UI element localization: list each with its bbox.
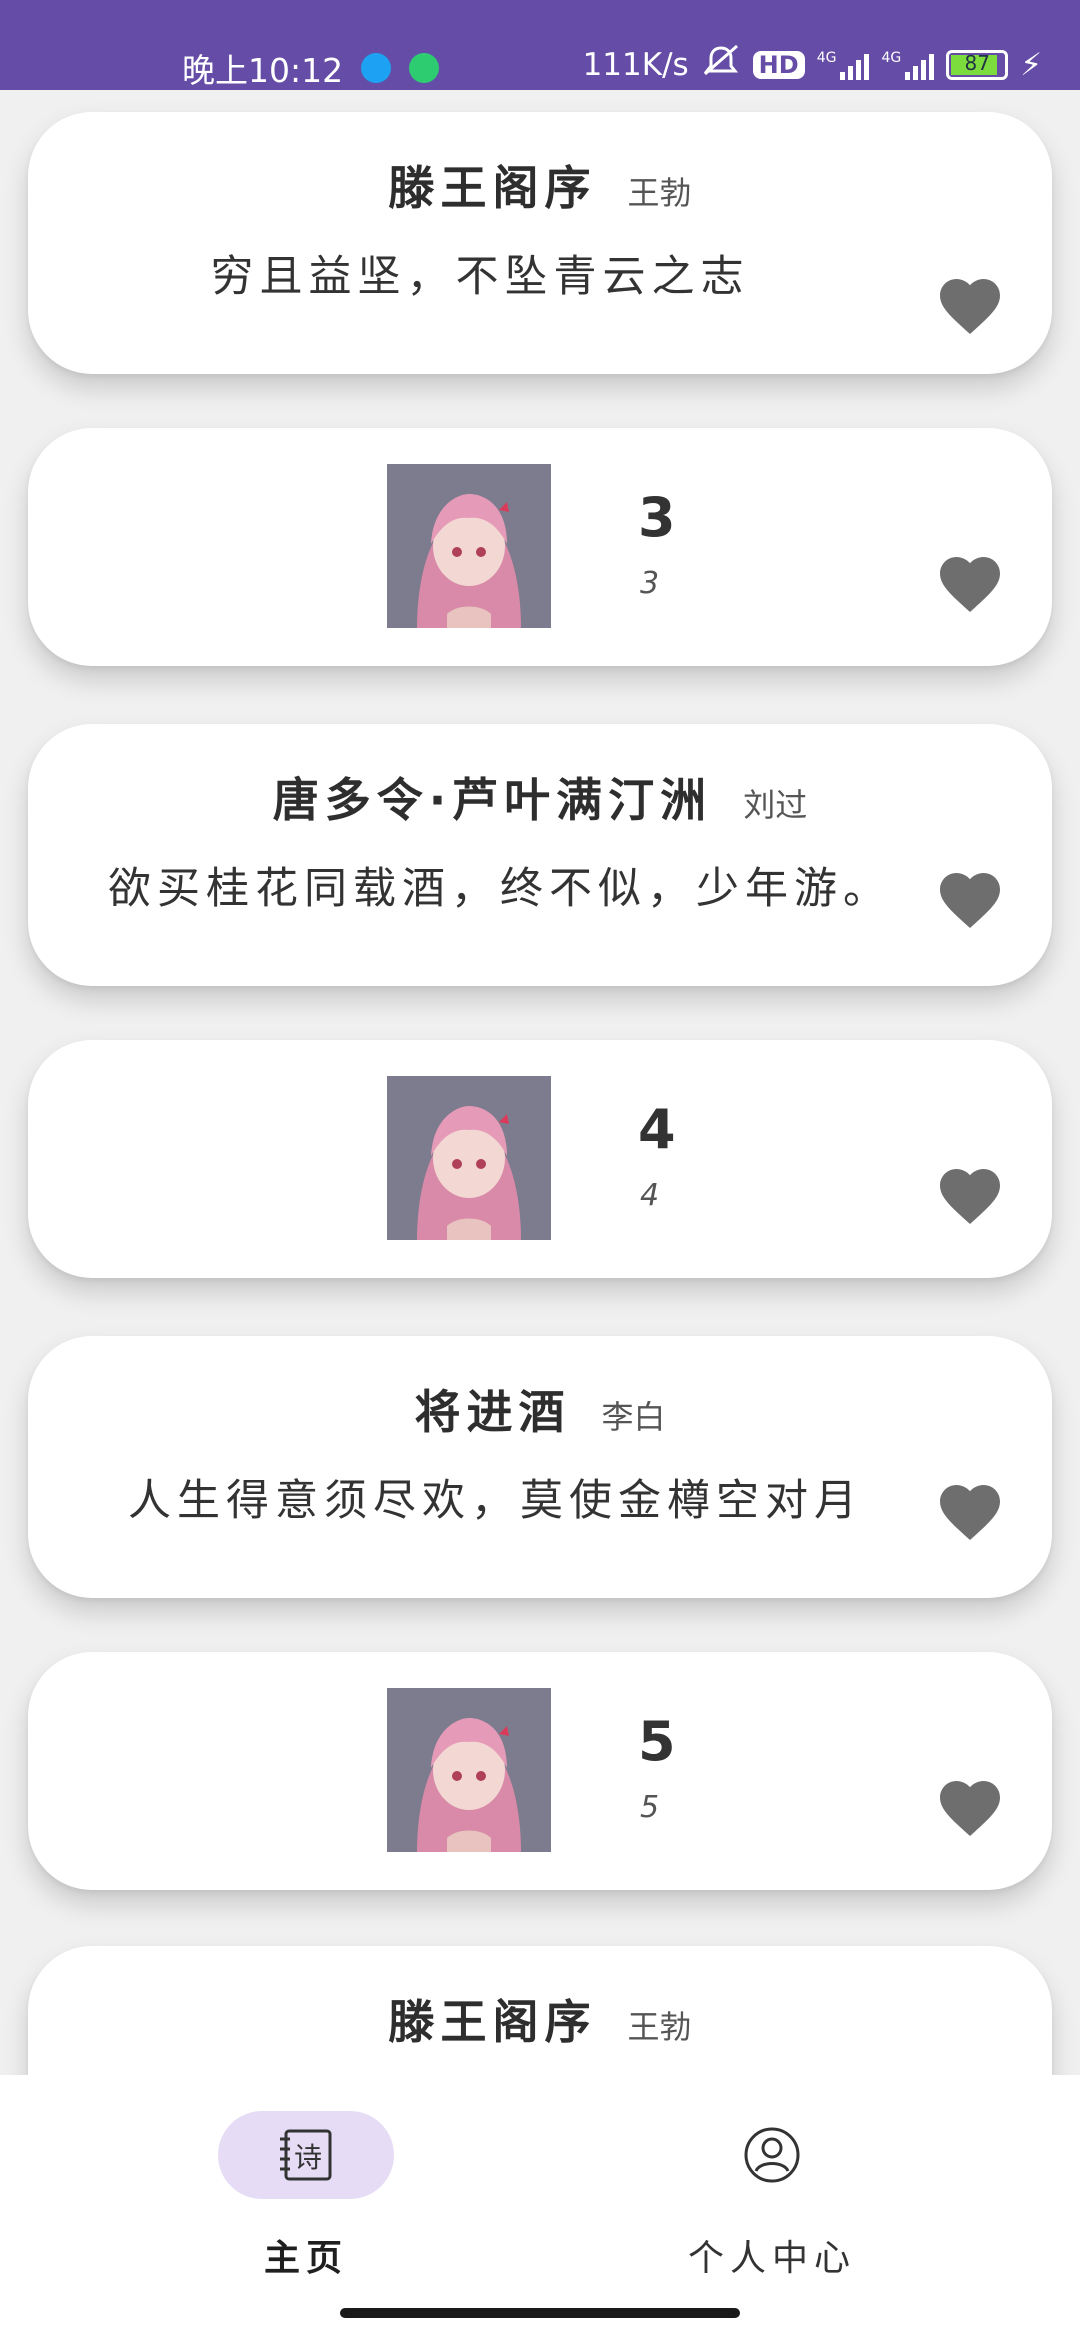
nav-profile-label: 个人中心: [687, 2238, 856, 2279]
anime-avatar-image: [387, 464, 551, 628]
poem-feed[interactable]: 滕王阁序 王勃 穷且益坚，不坠青云之志 3 3 唐多令·芦叶满汀洲 刘过 欲买桂…: [0, 90, 1080, 2075]
signal-label-2: 4G: [881, 50, 902, 66]
poem-card[interactable]: 唐多令·芦叶满汀洲 刘过 欲买桂花同载酒，终不似，少年游。: [28, 724, 1052, 986]
poem-title: 滕王阁序: [388, 161, 597, 215]
status-time: 晚上10:12: [182, 51, 344, 90]
status-right: 111K/s HD 4G 4G 87 ⚡: [583, 44, 1042, 86]
card-number: 5: [638, 1710, 676, 1773]
video-app-icon: [361, 53, 392, 83]
poem-title-row: 滕王阁序 王勃: [28, 1986, 1052, 2052]
bottom-navigation: 诗 主页 个人中心: [0, 2075, 1080, 2340]
poem-book-icon: 诗: [280, 2129, 332, 2181]
heart-icon[interactable]: [934, 1476, 1006, 1542]
nav-home-label: 主页: [263, 2238, 348, 2279]
card-caption: 4: [640, 1178, 660, 1213]
heart-icon[interactable]: [934, 548, 1006, 614]
poem-card[interactable]: 滕王阁序 王勃 穷且益坚，不坠青云之志: [28, 112, 1052, 374]
poem-card[interactable]: 滕王阁序 王勃: [28, 1946, 1052, 2075]
poem-title: 将进酒: [414, 1385, 571, 1439]
network-speed: 111K/s: [582, 47, 689, 83]
anime-avatar-image: [387, 1076, 551, 1240]
poem-title: 唐多令·芦叶满汀洲: [272, 773, 713, 827]
heart-icon[interactable]: [934, 864, 1006, 930]
image-card[interactable]: 3 3: [28, 428, 1052, 666]
poem-line: 穷且益坚，不坠青云之志: [210, 252, 750, 302]
card-caption: 3: [640, 566, 660, 601]
home-indicator[interactable]: [340, 2308, 740, 2318]
heart-icon[interactable]: [934, 1772, 1006, 1838]
poem-title-row: 滕王阁序 王勃: [28, 152, 1052, 218]
poem-author: 王勃: [627, 2008, 692, 2046]
poem-line: 欲买桂花同载酒，终不似，少年游。: [108, 864, 892, 914]
heart-icon[interactable]: [934, 270, 1006, 336]
image-card[interactable]: 4 4: [28, 1040, 1052, 1278]
nav-home-pill[interactable]: 诗: [218, 2111, 394, 2199]
poem-card[interactable]: 将进酒 李白 人生得意须尽欢，莫使金樽空对月: [28, 1336, 1052, 1598]
mute-icon: [701, 44, 741, 86]
signal-icon: 4G: [817, 50, 870, 80]
card-caption: 5: [640, 1790, 660, 1825]
battery-icon: 87: [946, 50, 1009, 80]
anime-avatar-image: [387, 1688, 551, 1852]
nav-profile-pill[interactable]: [684, 2111, 860, 2199]
signal-label: 4G: [816, 50, 837, 66]
android-app-icon: [409, 53, 440, 83]
poem-book-icon-text: 诗: [294, 2141, 322, 2174]
signal-icon-2: 4G: [881, 50, 935, 80]
nav-profile[interactable]: 个人中心: [622, 2111, 922, 2281]
poem-author: 王勃: [627, 174, 692, 212]
nav-home[interactable]: 诗 主页: [156, 2111, 456, 2281]
user-profile-icon: [744, 2127, 800, 2183]
poem-line: 人生得意须尽欢，莫使金樽空对月: [128, 1476, 863, 1526]
heart-icon[interactable]: [934, 1160, 1006, 1226]
hd-badge: HD: [752, 51, 805, 79]
battery-level: 87: [964, 51, 990, 75]
poem-author: 刘过: [743, 786, 808, 824]
poem-title: 滕王阁序: [388, 1995, 597, 2049]
status-bar: 晚上10:12 111K/s HD 4G 4G 87 ⚡: [0, 0, 1080, 90]
image-card[interactable]: 5 5: [28, 1652, 1052, 1890]
card-number: 3: [638, 486, 676, 549]
charging-icon: ⚡: [1020, 47, 1042, 83]
status-left: 晚上10:12: [182, 44, 440, 92]
poem-author: 李白: [601, 1398, 666, 1436]
card-number: 4: [638, 1098, 676, 1161]
poem-title-row: 将进酒 李白: [28, 1376, 1052, 1442]
poem-title-row: 唐多令·芦叶满汀洲 刘过: [28, 764, 1052, 830]
